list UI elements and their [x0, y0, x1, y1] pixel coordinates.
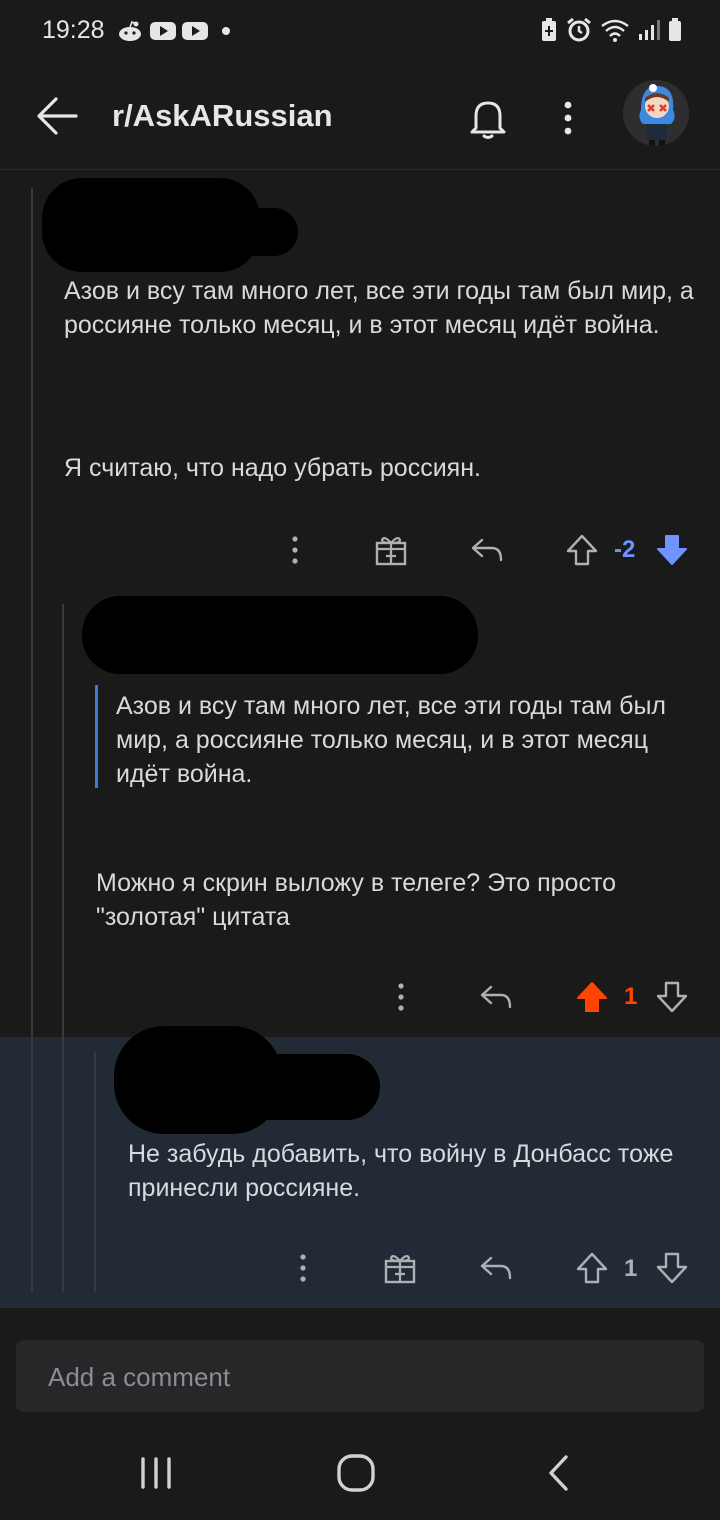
comment-1-upvote-button[interactable] — [562, 528, 602, 572]
status-time: 19:28 — [42, 16, 105, 44]
comment-1-text-1: Азов и всу там много лет, все эти годы т… — [64, 277, 694, 339]
signal-icon — [639, 20, 660, 40]
downvote-icon — [657, 535, 687, 565]
app-header: r/AskARussian — [0, 62, 720, 170]
comment-2-downvote-button[interactable] — [652, 975, 692, 1019]
comment-3-upvote-button[interactable] — [572, 1246, 612, 1290]
user-avatar[interactable] — [623, 80, 689, 146]
comment-3-downvote-button[interactable] — [652, 1246, 692, 1290]
reply-icon — [480, 985, 512, 1009]
quote-bar — [95, 685, 98, 788]
alarm-icon — [567, 17, 591, 42]
back-arrow-icon — [37, 97, 78, 135]
comment-3-more-button[interactable] — [286, 1248, 320, 1288]
upvote-icon — [566, 534, 598, 566]
subreddit-title[interactable]: r/AskARussian — [112, 98, 333, 134]
notification-dot-icon — [222, 27, 230, 35]
award-icon — [375, 536, 407, 566]
thread-line-level-1[interactable] — [31, 188, 33, 1292]
system-navigation-bar — [0, 1428, 720, 1520]
chevron-left-icon — [549, 1455, 568, 1491]
comment-2-reply-button[interactable] — [475, 977, 517, 1017]
status-left-icons — [116, 18, 234, 44]
comment-1-reply-button[interactable] — [466, 530, 508, 570]
comment-3-text-1: Не забудь добавить, что войну в Донбасс … — [128, 1140, 674, 1202]
add-comment-input[interactable]: Add a comment — [16, 1340, 704, 1412]
downvote-icon — [656, 981, 688, 1013]
reddit-icon — [119, 20, 141, 41]
thread-line-level-3[interactable] — [94, 1052, 96, 1292]
comment-3-score: 1 — [624, 1255, 638, 1282]
reddit-comment-thread-screen: 19:28 r/AskARussian Азов и всу там много… — [0, 0, 720, 1520]
comment-2-quote: Азов и всу там много лет, все эти годы т… — [116, 692, 667, 788]
avatar-icon — [623, 80, 689, 146]
nav-back-button[interactable] — [528, 1448, 588, 1498]
youtube-icon — [150, 22, 176, 40]
comment-3-award-button[interactable] — [379, 1248, 421, 1288]
upvote-icon — [576, 1252, 608, 1284]
comment-1-award-button[interactable] — [370, 530, 412, 570]
award-icon — [384, 1254, 416, 1284]
redacted-author-3b — [230, 1054, 380, 1120]
reply-icon — [480, 1256, 512, 1280]
comment-2-upvote-button[interactable] — [572, 975, 612, 1019]
more-icon — [292, 536, 298, 564]
upvote-icon — [577, 982, 607, 1012]
comment-composer-bar: Add a comment — [0, 1326, 720, 1428]
home-icon — [337, 1454, 375, 1492]
more-icon — [398, 983, 404, 1011]
youtube-icon — [182, 22, 208, 40]
reply-icon — [471, 538, 503, 562]
more-icon — [300, 1254, 306, 1282]
home-button[interactable] — [326, 1448, 386, 1498]
more-options-button[interactable] — [548, 92, 588, 144]
comment-1-score: -2 — [614, 536, 636, 563]
status-right-icons — [540, 16, 682, 44]
comment-1-downvote-button[interactable] — [652, 528, 692, 572]
thread-line-level-2[interactable] — [62, 604, 64, 1292]
status-bar: 19:28 — [0, 0, 720, 62]
comment-1-more-button[interactable] — [278, 530, 312, 570]
bell-icon — [470, 101, 506, 139]
back-button[interactable] — [30, 90, 82, 142]
notifications-button[interactable] — [462, 92, 514, 144]
comment-3-reply-button[interactable] — [475, 1248, 517, 1288]
comment-2-more-button[interactable] — [384, 977, 418, 1017]
downvote-icon — [656, 1252, 688, 1284]
add-comment-placeholder: Add a comment — [48, 1362, 231, 1392]
battery-saver-icon — [542, 18, 556, 41]
comment-2-score: 1 — [624, 983, 638, 1010]
recent-apps-button[interactable] — [126, 1448, 186, 1498]
recent-apps-icon — [141, 1457, 171, 1489]
comment-2-text-1: Можно я скрин выложу в телеге? Это прост… — [96, 869, 617, 931]
more-vertical-icon — [564, 101, 572, 135]
redacted-author-1b — [120, 208, 298, 256]
battery-icon — [669, 18, 681, 41]
comment-1-text-2: Я считаю, что надо убрать россиян. — [64, 454, 481, 482]
wifi-icon — [601, 19, 629, 42]
redacted-author-2 — [82, 596, 478, 674]
